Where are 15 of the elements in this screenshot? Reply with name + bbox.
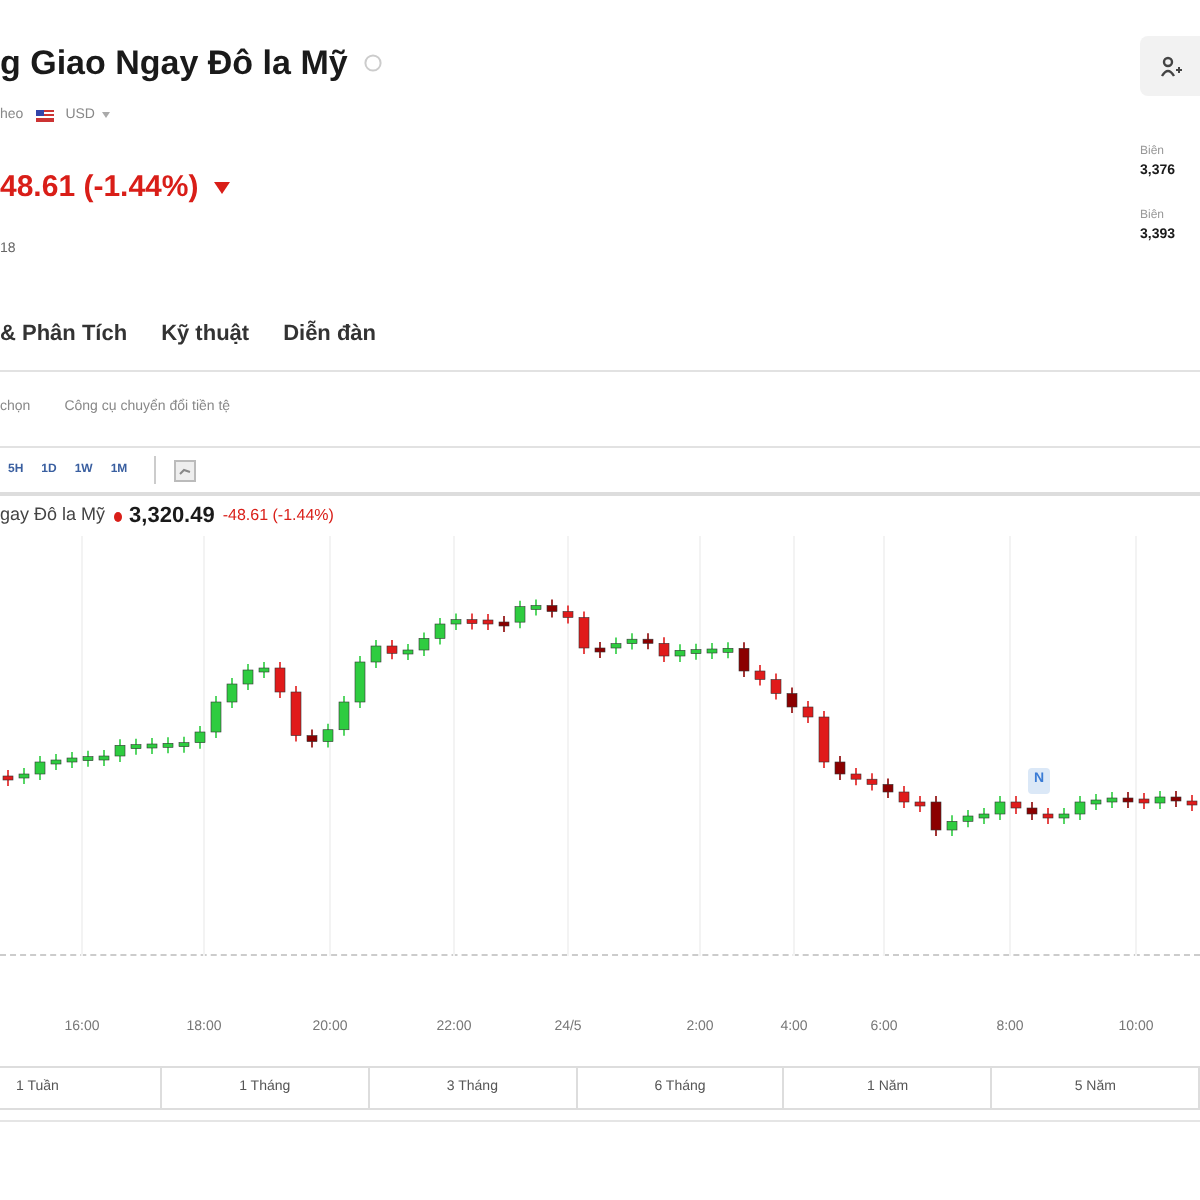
nav-tab[interactable]: Diễn đàn [283, 318, 377, 352]
price-change: 48.61 (-1.44%) [0, 168, 199, 208]
legend-change: -48.61 (-1.44%) [222, 504, 334, 528]
page-title: g Giao Ngay Đô la Mỹ [0, 42, 348, 86]
legend-price: 3,320.49 [129, 501, 215, 532]
chart-type-icon[interactable] [173, 459, 196, 481]
add-user-button[interactable] [1140, 36, 1200, 96]
down-triangle-icon [214, 182, 231, 195]
nav-tab[interactable]: Kỹ thuật [161, 318, 250, 352]
person-icon [1159, 55, 1181, 77]
flag-icon [35, 109, 54, 122]
caret-icon [102, 112, 111, 119]
status-dot-icon [113, 511, 122, 521]
legend-name: gay Đô la Mỹ [0, 502, 106, 529]
nav-tab[interactable]: & Phân Tích [0, 318, 128, 352]
